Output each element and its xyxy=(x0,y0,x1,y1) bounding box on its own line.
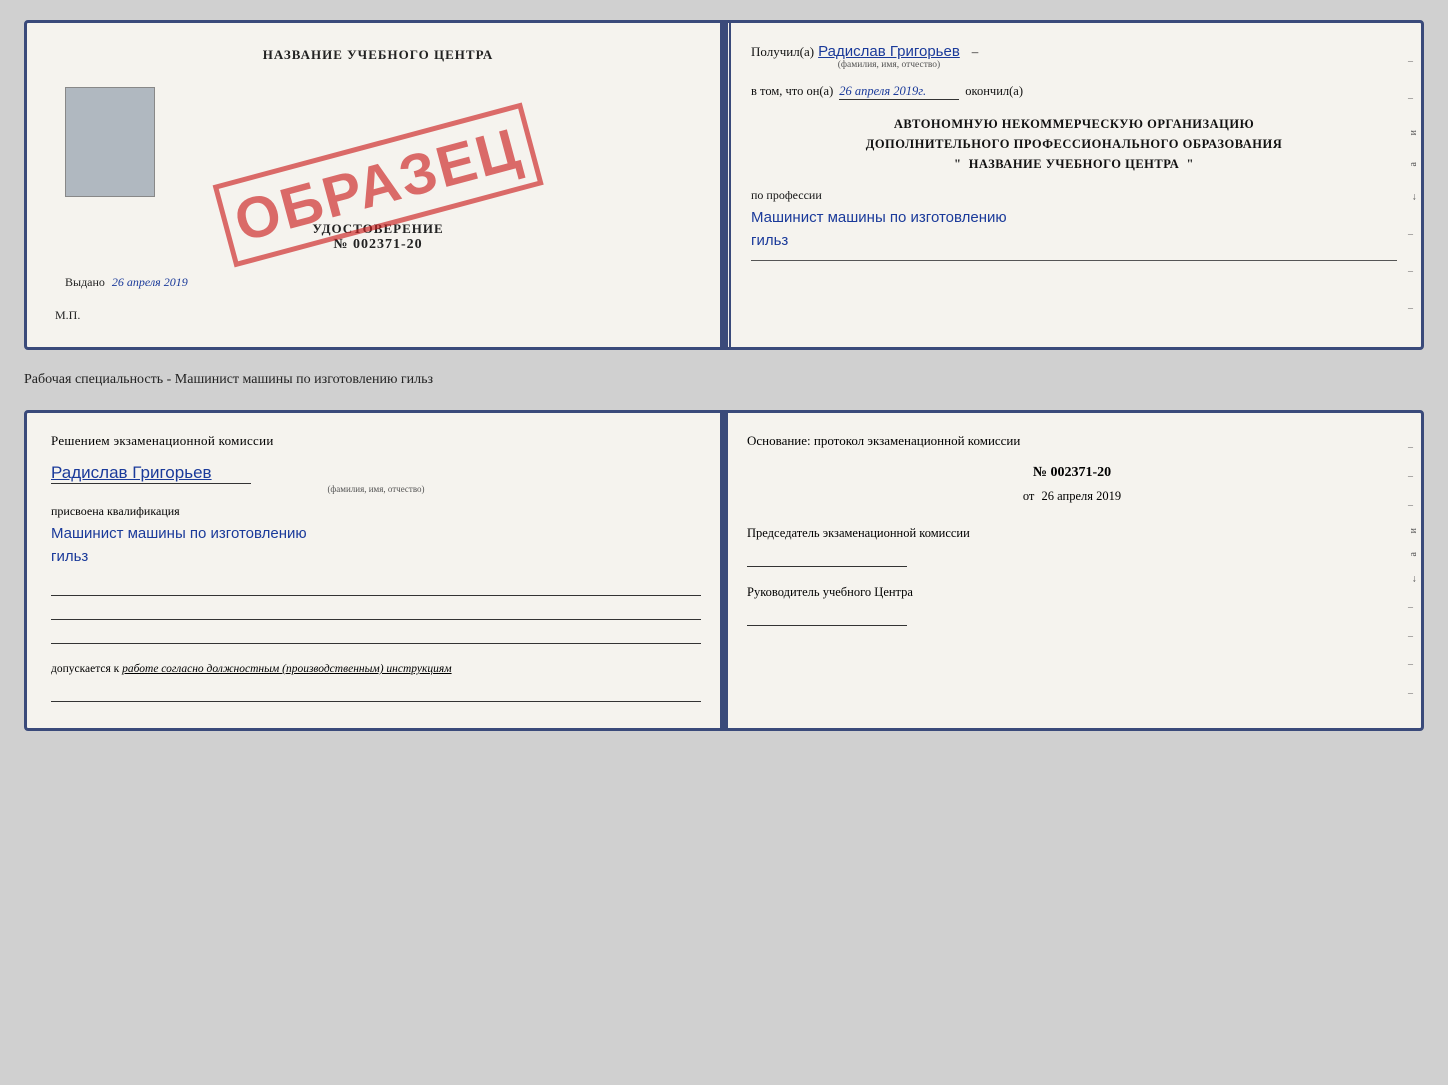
photo-placeholder xyxy=(65,87,155,197)
doc2-name-handwritten: Радислав Григорьев xyxy=(51,463,212,482)
profession-block: по профессии Машинист машины по изготовл… xyxy=(751,188,1397,263)
edge-dash-4: – xyxy=(1408,266,1419,277)
dopuskaetsya-prefix: допускается к xyxy=(51,663,119,675)
dopuskaetsya-value: работе согласно должностным (производств… xyxy=(122,663,451,675)
edge-text-i: и xyxy=(1408,130,1419,135)
dopuskaetsya-block: допускается к работе согласно должностны… xyxy=(51,660,701,678)
blank-line-3 xyxy=(51,626,701,644)
edge2-text-a: а xyxy=(1408,552,1419,556)
org-quote2: " xyxy=(1187,157,1194,171)
date-value: 26 апреля 2019г. xyxy=(839,84,959,100)
protocol-date-prefix: от xyxy=(1023,489,1035,503)
qualification-line1: Машинист машины по изготовлению xyxy=(51,525,307,542)
blank-line-2 xyxy=(51,602,701,620)
name-handwritten: Радислав Григорьев (фамилия, имя, отчест… xyxy=(818,43,960,70)
name-sublabel: (фамилия, имя, отчество) xyxy=(818,60,960,70)
rukovoditel-block: Руководитель учебного Центра xyxy=(747,583,1397,626)
org-block: АВТОНОМНУЮ НЕКОММЕРЧЕСКУЮ ОРГАНИЗАЦИЮ ДО… xyxy=(751,114,1397,174)
v-tom-prefix: в том, что он(а) xyxy=(751,84,833,99)
rukovoditel-title: Руководитель учебного Центра xyxy=(747,583,1397,602)
qualification-line2: гильз xyxy=(51,548,88,565)
doc2-left: Решением экзаменационной комиссии Радисл… xyxy=(27,413,727,728)
mp-label: М.П. xyxy=(55,308,80,323)
doc1-right: Получил(а) Радислав Григорьев (фамилия, … xyxy=(731,23,1421,347)
page-wrapper: НАЗВАНИЕ УЧЕБНОГО ЦЕНТРА УДОСТОВЕРЕНИЕ №… xyxy=(24,20,1424,731)
rukovoditel-sig-line xyxy=(747,608,907,626)
edge2-dash-3: – xyxy=(1408,500,1419,511)
received-line: Получил(а) Радислав Григорьев (фамилия, … xyxy=(751,43,1397,70)
edge2-dash-6: – xyxy=(1408,659,1419,670)
doc2-section-title: Решением экзаменационной комиссии xyxy=(51,433,701,449)
edge2-text-k: ← xyxy=(1408,574,1419,584)
edge2-text-i: и xyxy=(1408,528,1419,533)
org-quote1: " xyxy=(954,157,961,171)
edge2-dash-5: – xyxy=(1408,631,1419,642)
edge2-dash-2: – xyxy=(1408,471,1419,482)
doc1-left: НАЗВАНИЕ УЧЕБНОГО ЦЕНТРА УДОСТОВЕРЕНИЕ №… xyxy=(27,23,731,347)
blank-line-bottom xyxy=(51,684,701,702)
edge2-dash-7: – xyxy=(1408,688,1419,699)
doc2-name-block: Радислав Григорьев (фамилия, имя, отчест… xyxy=(51,463,701,494)
blank-lines xyxy=(51,578,701,644)
okonchil-suffix: окончил(а) xyxy=(965,84,1023,99)
vydano-label: Выдано xyxy=(65,275,105,289)
profession-line2: гильз xyxy=(751,232,788,249)
between-label: Рабочая специальность - Машинист машины … xyxy=(24,368,1424,392)
in-tom-line: в том, что он(а) 26 апреля 2019г. окончи… xyxy=(751,84,1397,100)
protocol-date: от 26 апреля 2019 xyxy=(747,489,1397,504)
osnov-title: Основание: протокол экзаменационной коми… xyxy=(747,433,1397,449)
edge-dash-1: – xyxy=(1408,56,1419,67)
profession-line1: Машинист машины по изготовлению xyxy=(751,209,1007,226)
org-name: НАЗВАНИЕ УЧЕБНОГО ЦЕНТРА xyxy=(969,157,1180,171)
doc1-center-title: НАЗВАНИЕ УЧЕБНОГО ЦЕНТРА xyxy=(55,47,701,63)
predsedatel-title: Председатель экзаменационной комиссии xyxy=(747,524,1397,543)
right-edge-marks: – – и а ← – – – xyxy=(1408,23,1419,347)
document-card-1: НАЗВАНИЕ УЧЕБНОГО ЦЕНТРА УДОСТОВЕРЕНИЕ №… xyxy=(24,20,1424,350)
blank-line-1 xyxy=(51,578,701,596)
org-line1: АВТОНОМНУЮ НЕКОММЕРЧЕСКУЮ ОРГАНИЗАЦИЮ xyxy=(751,114,1397,134)
poluchil-prefix: Получил(а) xyxy=(751,44,814,60)
edge-dash-3: – xyxy=(1408,229,1419,240)
doc2-right-edge-marks: – – – и а ← – – – – xyxy=(1408,413,1419,728)
protocol-num: № 002371-20 xyxy=(747,465,1397,481)
org-name-line: " НАЗВАНИЕ УЧЕБНОГО ЦЕНТРА " xyxy=(751,154,1397,174)
org-line2: ДОПОЛНИТЕЛЬНОГО ПРОФЕССИОНАЛЬНОГО ОБРАЗО… xyxy=(751,134,1397,154)
doc2-name-sublabel: (фамилия, имя, отчество) xyxy=(51,484,701,494)
dash-after-name: – xyxy=(972,44,979,60)
udostoverenie-num: № 002371-20 xyxy=(55,237,701,253)
profession-text: Машинист машины по изготовлению гильз xyxy=(751,207,1397,252)
document-card-2: Решением экзаменационной комиссии Радисл… xyxy=(24,410,1424,731)
edge2-dash-1: – xyxy=(1408,442,1419,453)
edge-dash-5: – xyxy=(1408,303,1419,314)
edge-dash-2: – xyxy=(1408,93,1419,104)
doc2-name-line: Радислав Григорьев xyxy=(51,463,251,484)
separator-label xyxy=(751,260,1397,263)
udostoverenie-title: УДОСТОВЕРЕНИЕ xyxy=(55,221,701,237)
prisvoena-line: присвоена квалификация xyxy=(51,504,701,519)
predsedatel-sig-line xyxy=(747,549,907,567)
name-value: Радислав Григорьев xyxy=(818,43,960,60)
edge2-dash-4: – xyxy=(1408,602,1419,613)
vydano-line: Выдано 26 апреля 2019 xyxy=(65,275,188,290)
edge-text-a: а xyxy=(1408,162,1419,166)
edge-text-k: ← xyxy=(1408,192,1419,202)
udostoverenie-block: УДОСТОВЕРЕНИЕ № 002371-20 xyxy=(55,221,701,253)
po-professii-label: по профессии xyxy=(751,188,1397,203)
protocol-date-value: 26 апреля 2019 xyxy=(1042,489,1122,503)
qualification-text: Машинист машины по изготовлению гильз xyxy=(51,523,701,568)
doc2-right: Основание: протокол экзаменационной коми… xyxy=(727,413,1421,728)
predsedatel-block: Председатель экзаменационной комиссии xyxy=(747,524,1397,567)
vydano-date: 26 апреля 2019 xyxy=(112,275,188,289)
